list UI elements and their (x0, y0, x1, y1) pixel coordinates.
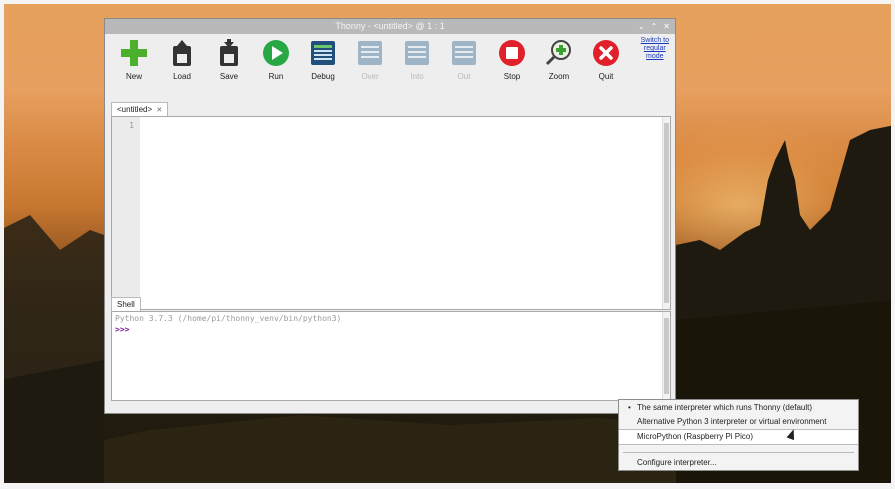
tab-shell-label: Shell (117, 300, 135, 309)
line-number-gutter: 1 (112, 117, 140, 309)
shell-panel[interactable]: Python 3.7.3 (/home/pi/thonny_venv/bin/p… (111, 311, 671, 401)
zoom-label: Zoom (548, 72, 570, 81)
switch-mode-line3: mode (646, 53, 664, 60)
switch-mode-link[interactable]: Switch to regular mode (641, 37, 669, 61)
debug-label: Debug (311, 72, 335, 81)
zoom-icon (544, 38, 574, 68)
step-out-label: Out (457, 72, 471, 81)
stop-button[interactable]: Stop (490, 38, 534, 81)
menu-item-label: Alternative Python 3 interpreter or virt… (637, 417, 827, 426)
minimize-icon[interactable]: ⌄ (638, 19, 645, 34)
quit-button[interactable]: Quit (584, 38, 628, 81)
toolbar: New Load Save Run Debug Over Into Out St… (105, 34, 675, 100)
menu-item-default-interpreter[interactable]: • The same interpreter which runs Thonny… (619, 401, 858, 415)
menu-item-alternative-interpreter[interactable]: Alternative Python 3 interpreter or virt… (619, 415, 858, 429)
menu-item-label: Configure interpreter... (637, 458, 717, 467)
menu-separator (623, 452, 854, 453)
switch-mode-line2: regular (643, 45, 666, 52)
interpreter-menu: • The same interpreter which runs Thonny… (618, 399, 859, 471)
step-over-label: Over (361, 72, 379, 81)
new-label: New (125, 72, 142, 81)
code-editor[interactable]: 1 (111, 116, 671, 310)
stop-label: Stop (503, 72, 521, 81)
load-label: Load (173, 72, 191, 81)
quit-label: Quit (598, 72, 614, 81)
editor-scrollbar[interactable] (662, 117, 670, 309)
step-into-label: Into (410, 72, 424, 81)
zoom-button[interactable]: Zoom (537, 38, 581, 81)
editor-scrollbar-thumb[interactable] (664, 123, 669, 303)
step-over-icon (355, 38, 385, 68)
maximize-icon[interactable]: ⌃ (651, 19, 658, 34)
load-icon (167, 38, 197, 68)
new-button[interactable]: New (112, 38, 156, 81)
quit-icon (591, 38, 621, 68)
tab-untitled[interactable]: <untitled> ✕ (111, 102, 169, 117)
line-number: 1 (129, 121, 134, 130)
menu-item-micropython-pico[interactable]: MicroPython (Raspberry Pi Pico) (619, 429, 858, 445)
close-icon[interactable]: ✕ (663, 19, 670, 34)
save-label: Save (219, 72, 239, 81)
menu-item-label: MicroPython (Raspberry Pi Pico) (637, 432, 754, 441)
debug-button[interactable]: Debug (301, 38, 345, 81)
shell-banner: Python 3.7.3 (/home/pi/thonny_venv/bin/p… (115, 314, 342, 323)
selected-bullet: • (628, 403, 631, 412)
stop-icon (497, 38, 527, 68)
step-into-button[interactable]: Into (395, 38, 439, 81)
shell-scrollbar[interactable] (662, 312, 670, 400)
tab-untitled-label: <untitled> (117, 105, 153, 114)
step-over-button[interactable]: Over (348, 38, 392, 81)
run-label: Run (268, 72, 284, 81)
window-title: Thonny - <untitled> @ 1 : 1 (335, 21, 445, 31)
shell-prompt: >>> (115, 325, 130, 334)
switch-mode-line1: Switch to (640, 37, 669, 44)
tab-shell[interactable]: Shell (111, 297, 141, 312)
save-button[interactable]: Save (207, 38, 251, 81)
step-out-icon (449, 38, 479, 68)
new-icon (119, 38, 149, 68)
load-button[interactable]: Load (160, 38, 204, 81)
step-out-button[interactable]: Out (442, 38, 486, 81)
menu-item-configure-interpreter[interactable]: Configure interpreter... (619, 456, 858, 470)
step-into-icon (402, 38, 432, 68)
thonny-window: Thonny - <untitled> @ 1 : 1 ⌄ ⌃ ✕ New Lo… (104, 18, 676, 414)
run-icon (261, 38, 291, 68)
save-icon (214, 38, 244, 68)
run-button[interactable]: Run (254, 38, 298, 81)
debug-icon (308, 38, 338, 68)
shell-scrollbar-thumb[interactable] (664, 318, 669, 394)
menu-item-label: The same interpreter which runs Thonny (… (637, 403, 813, 412)
tab-close-icon[interactable]: ✕ (156, 107, 162, 114)
window-titlebar[interactable]: Thonny - <untitled> @ 1 : 1 ⌄ ⌃ ✕ (105, 19, 675, 34)
